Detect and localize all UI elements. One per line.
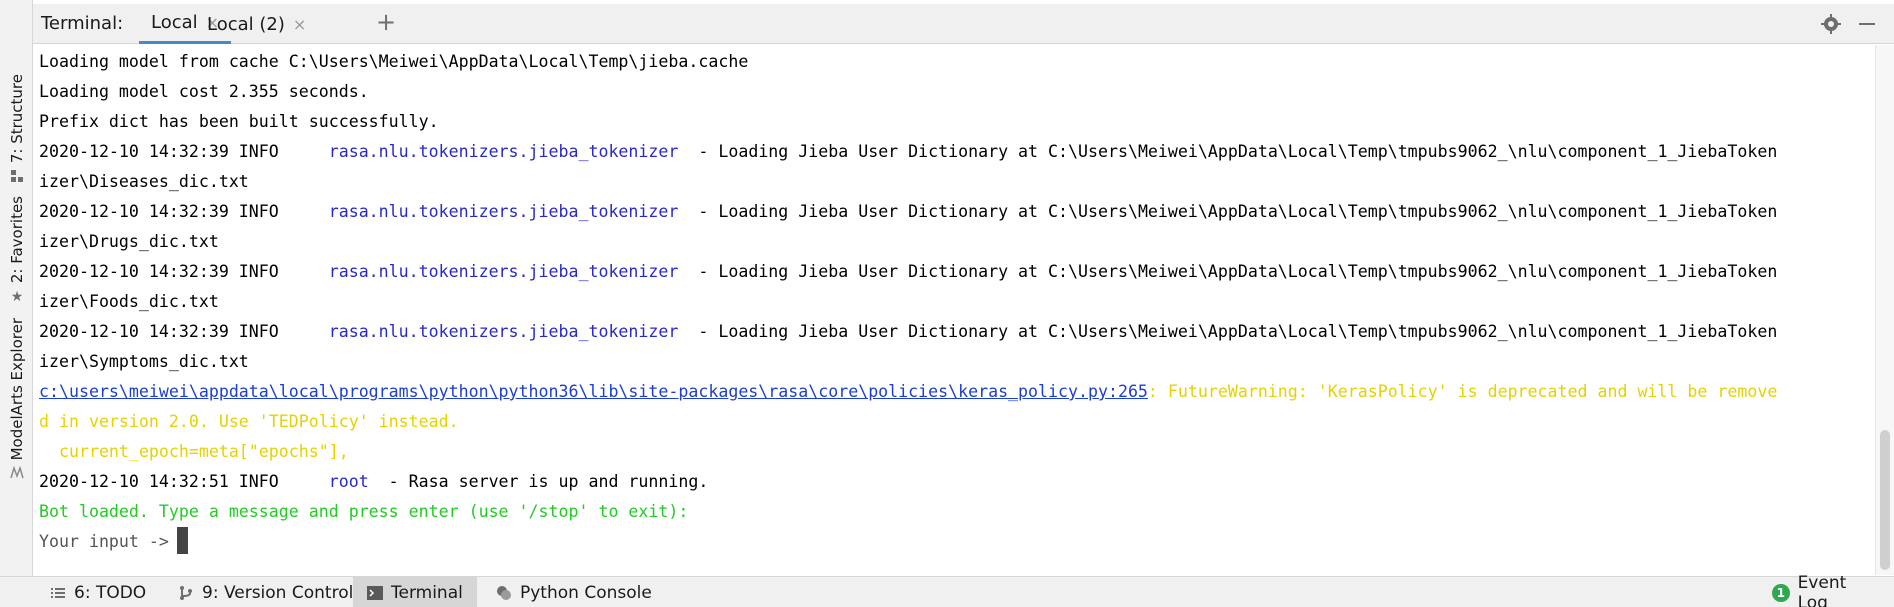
vertical-scrollbar[interactable] <box>1875 45 1894 575</box>
star-icon: ★ <box>10 289 24 306</box>
tab-local-2-label: Local (2) <box>207 13 285 35</box>
sidebar-tab-structure-label: 7: Structure <box>8 74 26 164</box>
event-log-label: Event Log <box>1797 572 1847 607</box>
logger-name: rasa.nlu.tokenizers.jieba_tokenizer <box>328 202 679 221</box>
log-message: - Loading Jieba User Dictionary at C:\Us… <box>678 322 1778 341</box>
terminal-line: izer\Drugs_dic.txt <box>39 232 219 251</box>
terminal-log-line: 2020-12-10 14:32:39 INFO rasa.nlu.tokeni… <box>39 257 1777 287</box>
close-icon[interactable]: × <box>293 15 306 34</box>
terminal-line: izer\Symptoms_dic.txt <box>39 352 249 371</box>
input-prompt: Your input -> <box>39 532 169 551</box>
log-prefix: 2020-12-10 14:32:51 INFO <box>39 472 329 491</box>
version-control-tab[interactable]: 9: Version Control <box>164 577 367 607</box>
sidebar-tab-structure[interactable]: 7: Structure <box>2 74 32 185</box>
sidebar-tab-favorites[interactable]: 2: Favorites ★ <box>2 196 32 305</box>
terminal-header: Terminal: Local × Local (2) × + <box>33 4 1894 44</box>
minimize-icon[interactable] <box>1856 13 1878 35</box>
terminal-log-line: 2020-12-10 14:32:39 INFO rasa.nlu.tokeni… <box>39 317 1777 347</box>
terminal-icon <box>367 585 383 601</box>
logger-name: rasa.nlu.tokenizers.jieba_tokenizer <box>328 142 679 161</box>
log-message: - Rasa server is up and running. <box>368 472 709 491</box>
todo-tab[interactable]: 6: TODO <box>36 577 160 607</box>
structure-icon <box>9 169 25 185</box>
text-cursor <box>176 527 188 554</box>
input-prompt-line[interactable]: Your input -> <box>39 527 188 557</box>
terminal-warning-line: current_epoch=meta["epochs"], <box>39 442 349 461</box>
file-path-link[interactable]: c:\users\meiwei\appdata\local\programs\p… <box>39 382 1148 401</box>
terminal-line: Loading model cost 2.355 seconds. <box>39 82 369 101</box>
python-icon <box>496 585 512 601</box>
left-tool-strip: 7: Structure 2: Favorites ★ ModelArts Ex… <box>0 0 33 576</box>
terminal-line: Prefix dict has been built successfully. <box>39 112 439 131</box>
log-prefix: 2020-12-10 14:32:39 INFO <box>39 322 329 341</box>
terminal-log-line: 2020-12-10 14:32:39 INFO rasa.nlu.tokeni… <box>39 137 1777 167</box>
tab-local-label: Local <box>151 12 198 33</box>
logger-name: rasa.nlu.tokenizers.jieba_tokenizer <box>328 262 679 281</box>
event-log-tab[interactable]: 1 Event Log <box>1758 573 1894 607</box>
terminal-title: Terminal: <box>41 13 124 34</box>
bottom-tool-bar: 6: TODO 9: Version Control Terminal Pyth… <box>0 573 1894 607</box>
terminal-tab[interactable]: Terminal <box>353 577 477 607</box>
tab-local-2[interactable]: Local (2) × <box>195 4 318 44</box>
python-console-tab[interactable]: Python Console <box>482 577 666 607</box>
log-message: - Loading Jieba User Dictionary at C:\Us… <box>678 202 1778 221</box>
list-icon <box>50 585 66 601</box>
log-prefix: 2020-12-10 14:32:39 INFO <box>39 202 329 221</box>
terminal-log-line: 2020-12-10 14:32:51 INFO root - Rasa ser… <box>39 467 708 497</box>
logger-name: rasa.nlu.tokenizers.jieba_tokenizer <box>328 322 679 341</box>
log-prefix: 2020-12-10 14:32:39 INFO <box>39 262 329 281</box>
terminal-log-line: 2020-12-10 14:32:39 INFO rasa.nlu.tokeni… <box>39 197 1777 227</box>
log-message: - Loading Jieba User Dictionary at C:\Us… <box>678 142 1778 161</box>
sidebar-tab-modelarts[interactable]: ModelArts Explorer <box>2 318 32 482</box>
terminal-tab-label: Terminal <box>391 582 463 603</box>
scrollbar-thumb[interactable] <box>1880 430 1890 570</box>
terminal-warning-line: d in version 2.0. Use 'TEDPolicy' instea… <box>39 412 459 431</box>
warning-message: : FutureWarning: 'KerasPolicy' is deprec… <box>1147 382 1778 401</box>
terminal-line: izer\Foods_dic.txt <box>39 292 219 311</box>
sidebar-tab-modelarts-label: ModelArts Explorer <box>8 318 26 461</box>
logger-name: root <box>328 472 369 491</box>
branch-icon <box>178 585 194 601</box>
log-prefix: 2020-12-10 14:32:39 INFO <box>39 142 329 161</box>
gear-icon[interactable] <box>1820 13 1842 35</box>
terminal-output[interactable]: Loading model from cache C:\Users\Meiwei… <box>33 45 1875 575</box>
terminal-line: Loading model from cache C:\Users\Meiwei… <box>39 52 749 71</box>
todo-label: 6: TODO <box>74 582 147 603</box>
modelarts-icon <box>9 466 25 482</box>
bot-loaded-line: Bot loaded. Type a message and press ent… <box>39 502 689 521</box>
log-message: - Loading Jieba User Dictionary at C:\Us… <box>678 262 1778 281</box>
event-log-icon: 1 <box>1772 583 1790 602</box>
version-control-label: 9: Version Control <box>202 582 354 603</box>
python-console-label: Python Console <box>520 582 652 603</box>
terminal-line: izer\Diseases_dic.txt <box>39 172 249 191</box>
add-tab-button[interactable]: + <box>373 10 399 36</box>
sidebar-tab-favorites-label: 2: Favorites <box>8 196 26 284</box>
terminal-warning-line: c:\users\meiwei\appdata\local\programs\p… <box>39 377 1777 407</box>
